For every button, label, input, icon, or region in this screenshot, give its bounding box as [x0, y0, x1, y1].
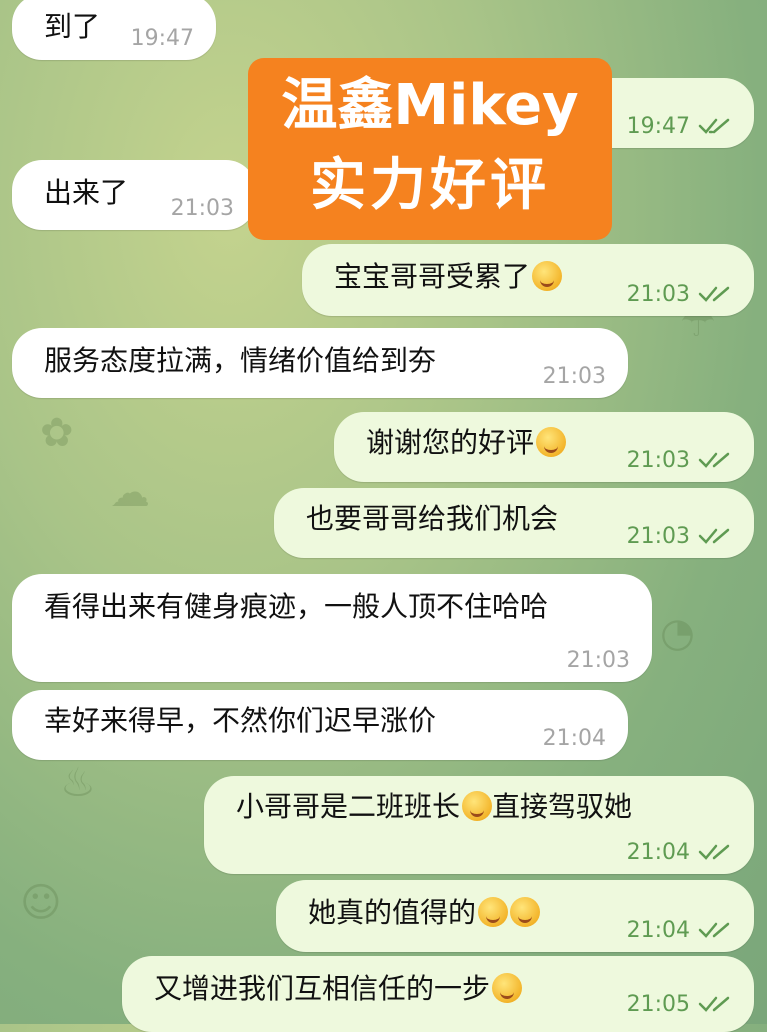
read-check-icon [698, 528, 730, 544]
message-text: 小哥哥是二班班长 [236, 790, 461, 823]
message-time: 21:03 [627, 448, 732, 474]
background-doodle-icon: ✿ [40, 410, 74, 456]
message-time: 21:03 [566, 648, 630, 673]
message-bubble-incoming[interactable]: 到了 19:47 [12, 0, 216, 60]
read-check-icon [698, 118, 730, 134]
message-text: 宝宝哥哥受累了 [334, 260, 531, 293]
message-text-2: 直接驾驭她 [492, 790, 633, 823]
message-bubble-incoming[interactable]: 幸好来得早，不然你们迟早涨价 21:04 [12, 690, 628, 760]
message-time: 21:03 [542, 364, 606, 389]
message-text: 出来了 [44, 176, 129, 209]
face-blowing-kiss-icon [492, 973, 523, 1003]
message-time: 19:47 [130, 26, 194, 51]
message-time: 21:05 [627, 992, 732, 1018]
message-time: 21:04 [627, 840, 732, 866]
partying-face-icon [478, 897, 509, 927]
message-bubble-outgoing[interactable]: 谢谢您的好评 21:03 [334, 412, 754, 482]
message-bubble-incoming[interactable]: 服务态度拉满，情绪价值给到夯 21:03 [12, 328, 628, 398]
read-check-icon [698, 452, 730, 468]
message-bubble-outgoing[interactable]: 她真的值得的 21:04 [276, 880, 754, 952]
background-doodle-icon: ◔ [660, 610, 695, 656]
read-check-icon [698, 996, 730, 1012]
banner-line-1: 温鑫Mikey [281, 73, 579, 138]
face-savoring-food-icon [536, 427, 567, 457]
message-text: 谢谢您的好评 [366, 426, 535, 459]
message-text: 看得出来有健身痕迹，一般人顶不住哈哈 [44, 590, 549, 623]
read-check-icon [698, 286, 730, 302]
message-bubble-outgoing[interactable]: 宝宝哥哥受累了 21:03 [302, 244, 754, 316]
background-doodle-icon: ☺ [20, 880, 62, 926]
message-text: 到了 [44, 10, 101, 43]
background-doodle-icon: ♨ [60, 760, 96, 806]
face-with-crown-icon [462, 791, 493, 821]
message-text: 幸好来得早，不然你们迟早涨价 [44, 704, 437, 737]
message-text: 也要哥哥给我们机会 [306, 502, 559, 535]
message-bubble-outgoing[interactable]: 也要哥哥给我们机会 21:03 [274, 488, 754, 558]
message-bubble-incoming[interactable]: 出来了 21:03 [12, 160, 256, 230]
message-time: 21:03 [627, 524, 732, 550]
message-time: 21:03 [627, 282, 732, 308]
promo-banner: 温鑫Mikey 实力好评 [248, 58, 612, 240]
message-bubble-incoming[interactable]: 看得出来有健身痕迹，一般人顶不住哈哈 21:03 [12, 574, 652, 682]
background-doodle-icon: ☁ [110, 470, 150, 516]
face-blowing-kiss-icon [532, 261, 563, 291]
message-time: 21:03 [170, 196, 234, 221]
message-text: 又增进我们互相信任的一步 [154, 972, 491, 1005]
banner-line-2: 实力好评 [310, 153, 550, 218]
message-bubble-outgoing[interactable]: 又增进我们互相信任的一步 21:05 [122, 956, 754, 1032]
partying-face-icon [510, 897, 541, 927]
message-time: 19:47 [627, 114, 732, 140]
message-time: 21:04 [627, 918, 732, 944]
message-text: 服务态度拉满，情绪价值给到夯 [44, 344, 437, 377]
message-text: 她真的值得的 [308, 896, 477, 929]
message-bubble-outgoing[interactable]: 小哥哥是二班班长 直接驾驭她 21:04 [204, 776, 754, 874]
read-check-icon [698, 844, 730, 860]
message-time: 21:04 [542, 726, 606, 751]
read-check-icon [698, 922, 730, 938]
